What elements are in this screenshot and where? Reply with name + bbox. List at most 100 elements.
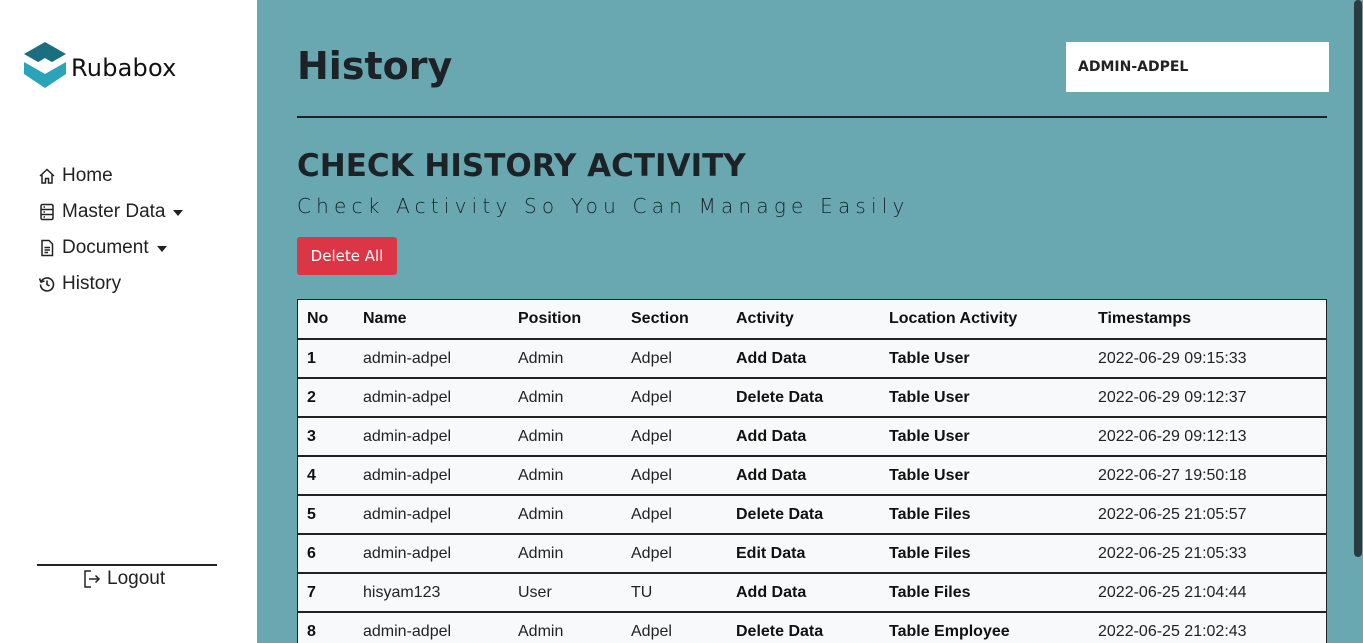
- cell-location-activity: Table Files: [880, 534, 1089, 574]
- rubabox-logo-icon: [22, 40, 68, 95]
- table-row: 7 hisyam123 User TU Add Data Table Files…: [298, 573, 1326, 613]
- cell-position: Admin: [509, 339, 622, 379]
- cell-section: Adpel: [622, 612, 727, 643]
- cell-no: 1: [298, 339, 354, 379]
- cell-activity: Delete Data: [727, 378, 880, 418]
- cell-activity: Delete Data: [727, 495, 880, 535]
- cell-section: Adpel: [622, 495, 727, 535]
- cell-no: 6: [298, 534, 354, 574]
- cell-timestamp: 2022-06-25 21:04:44: [1089, 573, 1326, 613]
- cell-section: Adpel: [622, 417, 727, 457]
- cell-position: User: [509, 573, 622, 613]
- sidebar-divider: [37, 564, 217, 566]
- cell-timestamp: 2022-06-25 21:05:33: [1089, 534, 1326, 574]
- history-table-container: No Name Position Section Activity Locati…: [297, 299, 1327, 643]
- cell-activity: Add Data: [727, 573, 880, 613]
- caret-down-icon: [173, 210, 184, 216]
- cell-position: Admin: [509, 456, 622, 496]
- column-header-name: Name: [354, 300, 509, 340]
- cell-timestamp: 2022-06-25 21:02:43: [1089, 612, 1326, 643]
- cell-location-activity: Table User: [880, 378, 1089, 418]
- section-subtitle: Check Activity So You Can Manage Easily: [297, 194, 910, 218]
- caret-down-icon: [156, 246, 167, 252]
- home-icon: [38, 167, 56, 185]
- table-row: 5 admin-adpel Admin Adpel Delete Data Ta…: [298, 495, 1326, 535]
- cell-section: Adpel: [622, 456, 727, 496]
- sidebar-item-label: Document: [62, 237, 149, 258]
- section-title: CHECK HISTORY ACTIVITY: [297, 148, 746, 184]
- cell-name: hisyam123: [354, 573, 509, 613]
- user-badge[interactable]: ADMIN-ADPEL: [1066, 42, 1329, 92]
- cell-timestamp: 2022-06-29 09:12:13: [1089, 417, 1326, 457]
- history-table: No Name Position Section Activity Locati…: [298, 300, 1326, 643]
- cell-section: TU: [622, 573, 727, 613]
- cell-location-activity: Table Files: [880, 495, 1089, 535]
- delete-all-button[interactable]: Delete All: [297, 237, 397, 275]
- cell-no: 8: [298, 612, 354, 643]
- sidebar-item-history[interactable]: History: [38, 266, 183, 302]
- sidebar-nav: Home Master Data Document History: [38, 158, 184, 302]
- logout-icon: [83, 569, 101, 589]
- cell-location-activity: Table User: [880, 456, 1089, 496]
- column-header-no: No: [298, 300, 354, 340]
- cell-location-activity: Table User: [880, 417, 1089, 457]
- logout-button[interactable]: Logout: [83, 568, 165, 590]
- cell-activity: Edit Data: [727, 534, 880, 574]
- cell-no: 7: [298, 573, 354, 613]
- database-icon: [38, 203, 56, 221]
- page-title: History: [297, 44, 453, 88]
- sidebar-item-document[interactable]: Document: [38, 230, 183, 266]
- cell-location-activity: Table Employee: [880, 612, 1089, 643]
- brand-name: Rubabox: [71, 53, 177, 82]
- cell-timestamp: 2022-06-29 09:12:37: [1089, 378, 1326, 418]
- column-header-activity: Activity: [727, 300, 880, 340]
- brand-logo[interactable]: Rubabox: [22, 40, 177, 95]
- cell-no: 4: [298, 456, 354, 496]
- sidebar-item-home[interactable]: Home: [38, 158, 183, 194]
- cell-activity: Delete Data: [727, 612, 880, 643]
- cell-section: Adpel: [622, 378, 727, 418]
- logout-label: Logout: [107, 568, 166, 589]
- cell-name: admin-adpel: [354, 534, 509, 574]
- table-row: 1 admin-adpel Admin Adpel Add Data Table…: [298, 339, 1326, 379]
- sidebar-item-label: Master Data: [62, 201, 166, 222]
- cell-activity: Add Data: [727, 456, 880, 496]
- table-row: 4 admin-adpel Admin Adpel Add Data Table…: [298, 456, 1326, 496]
- column-header-timestamps: Timestamps: [1089, 300, 1326, 340]
- cell-no: 3: [298, 417, 354, 457]
- cell-position: Admin: [509, 378, 622, 418]
- table-row: 2 admin-adpel Admin Adpel Delete Data Ta…: [298, 378, 1326, 418]
- cell-position: Admin: [509, 612, 622, 643]
- cell-no: 2: [298, 378, 354, 418]
- cell-location-activity: Table User: [880, 339, 1089, 379]
- main-content: History ADMIN-ADPEL CHECK HISTORY ACTIVI…: [257, 0, 1363, 643]
- cell-position: Admin: [509, 417, 622, 457]
- column-header-position: Position: [509, 300, 622, 340]
- cell-position: Admin: [509, 534, 622, 574]
- scrollbar-thumb[interactable]: [1354, 0, 1362, 557]
- cell-no: 5: [298, 495, 354, 535]
- cell-location-activity: Table Files: [880, 573, 1089, 613]
- column-header-section: Section: [622, 300, 727, 340]
- cell-name: admin-adpel: [354, 612, 509, 643]
- header-divider: [297, 116, 1327, 118]
- column-header-location-activity: Location Activity: [880, 300, 1089, 340]
- cell-activity: Add Data: [727, 339, 880, 379]
- page-scrollbar[interactable]: [1353, 0, 1363, 643]
- cell-section: Adpel: [622, 534, 727, 574]
- sidebar: Rubabox Home Master Data Document Histor…: [0, 0, 257, 643]
- cell-name: admin-adpel: [354, 339, 509, 379]
- sidebar-item-master-data[interactable]: Master Data: [38, 194, 184, 230]
- sidebar-item-label: Home: [62, 165, 113, 186]
- table-row: 3 admin-adpel Admin Adpel Add Data Table…: [298, 417, 1326, 457]
- cell-timestamp: 2022-06-29 09:15:33: [1089, 339, 1326, 379]
- cell-name: admin-adpel: [354, 456, 509, 496]
- cell-activity: Add Data: [727, 417, 880, 457]
- cell-timestamp: 2022-06-25 21:05:57: [1089, 495, 1326, 535]
- table-row: 6 admin-adpel Admin Adpel Edit Data Tabl…: [298, 534, 1326, 574]
- cell-timestamp: 2022-06-27 19:50:18: [1089, 456, 1326, 496]
- cell-name: admin-adpel: [354, 378, 509, 418]
- table-row: 8 admin-adpel Admin Adpel Delete Data Ta…: [298, 612, 1326, 643]
- document-icon: [38, 239, 56, 257]
- table-header-row: No Name Position Section Activity Locati…: [298, 300, 1326, 340]
